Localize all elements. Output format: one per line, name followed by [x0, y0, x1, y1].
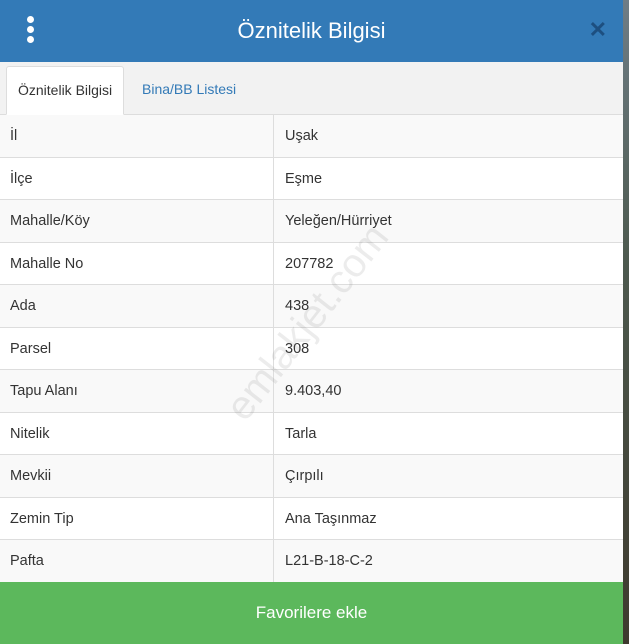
row-label: İlçe [0, 157, 274, 199]
row-label: Ada [0, 285, 274, 327]
row-value: Tarla [285, 425, 317, 442]
table-row: Nitelik Tarla [0, 412, 623, 455]
row-value: Çırpılı [285, 468, 324, 484]
table-row: Mahalle No 207782 [0, 242, 623, 285]
row-value: 308 [285, 340, 310, 357]
table-row: İlçe Eşme [0, 157, 623, 200]
table-row: İl Uşak [0, 115, 623, 158]
kebab-menu-icon[interactable] [22, 16, 38, 46]
table-row: Tapu Alanı 9.403,40 [0, 370, 623, 413]
row-label: İl [0, 115, 274, 157]
row-label: Mahalle/Köy [0, 200, 274, 242]
panel-title: Öznitelik Bilgisi [237, 18, 386, 43]
row-value: Uşak [285, 128, 319, 144]
row-label: Parsel [0, 327, 274, 369]
row-value: Ana Taşınmaz [285, 510, 377, 527]
row-value: 9.403,40 [285, 383, 342, 399]
attribute-table: İl Uşak İlçe Eşme Mahalle/Köy Yeleğen/Hü… [0, 115, 623, 583]
row-label: Mahalle No [0, 242, 274, 284]
table-row: Zemin Tip Ana Taşınmaz [0, 497, 623, 540]
row-label: Zemin Tip [0, 497, 274, 539]
row-label: Nitelik [0, 412, 274, 454]
close-icon[interactable]: ✕ [589, 16, 607, 44]
add-to-favorites-button[interactable]: Favorilere ekle [0, 582, 623, 644]
row-label: Mevkii [0, 455, 274, 497]
table-row: Pafta L21-B-18-C-2 [0, 540, 623, 583]
table-row: Mevkii Çırpılı [0, 455, 623, 498]
table-row: Ada 438 [0, 285, 623, 328]
row-label: Tapu Alanı [0, 370, 274, 412]
table-row: Mahalle/Köy Yeleğen/Hürriyet [0, 200, 623, 243]
row-value: L21-B-18-C-2 [285, 553, 373, 569]
row-value: 438 [285, 298, 310, 314]
row-value: Eşme [285, 170, 323, 187]
row-value: Yeleğen/Hürriyet [285, 213, 392, 229]
tab-building-list[interactable]: Bina/BB Listesi [131, 66, 247, 114]
attribute-panel: Öznitelik Bilgisi ✕ Öznitelik Bilgisi Bi… [0, 0, 623, 644]
panel-header: Öznitelik Bilgisi ✕ [0, 0, 623, 62]
tab-bar: Öznitelik Bilgisi Bina/BB Listesi [0, 62, 623, 115]
row-label: Pafta [0, 540, 274, 582]
row-value: 207782 [285, 255, 334, 272]
tab-attribute-info[interactable]: Öznitelik Bilgisi [6, 66, 125, 115]
table-row: Parsel 308 [0, 327, 623, 370]
